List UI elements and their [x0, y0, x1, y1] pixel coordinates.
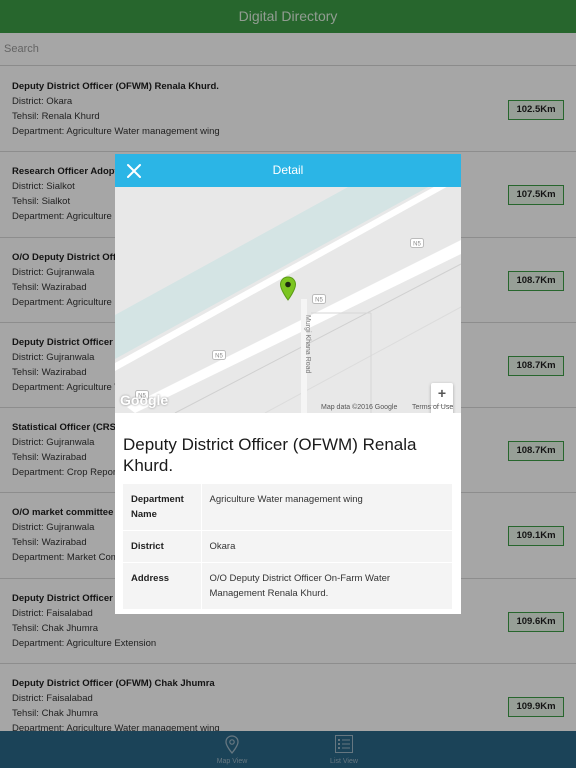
modal-title: Detail: [272, 163, 304, 177]
highway-marker-text: N5: [315, 298, 323, 304]
department-value: Agriculture Water management wing: [200, 484, 452, 531]
district-value: Okara: [200, 530, 452, 563]
highway-marker-icon: N5: [410, 238, 424, 248]
detail-modal: Detail N5 N5 N5 N5 Murgi Khana Road + Go…: [115, 154, 461, 614]
district-label: District: [123, 530, 201, 563]
department-label: Department Name: [123, 484, 201, 531]
road-label: Murgi Khana Road: [304, 315, 311, 374]
detail-row-department: Department Name Agriculture Water manage…: [123, 484, 452, 531]
highway-marker-text: N5: [413, 242, 421, 248]
location-map[interactable]: N5 N5 N5 N5 Murgi Khana Road + − Google …: [115, 187, 461, 413]
zoom-in-button[interactable]: +: [431, 383, 453, 405]
address-label: Address: [123, 562, 201, 610]
highway-marker-icon: N5: [312, 294, 326, 304]
map-attribution: Map data ©2016 Google: [321, 404, 398, 411]
detail-table: Department Name Agriculture Water manage…: [123, 484, 452, 610]
location-pin-icon[interactable]: [279, 276, 297, 302]
highway-marker-text: N5: [215, 354, 223, 360]
highway-marker-icon: N5: [212, 350, 226, 360]
terms-of-use-link[interactable]: Terms of Use: [412, 404, 453, 411]
google-logo: Google: [120, 392, 169, 408]
detail-row-district: District Okara: [123, 530, 452, 563]
modal-header: Detail: [115, 154, 461, 187]
detail-row-address: Address O/O Deputy District Officer On-F…: [123, 562, 452, 610]
address-value: O/O Deputy District Officer On-Farm Wate…: [200, 562, 452, 610]
detail-title: Deputy District Officer (OFWM) Renala Kh…: [123, 435, 417, 475]
